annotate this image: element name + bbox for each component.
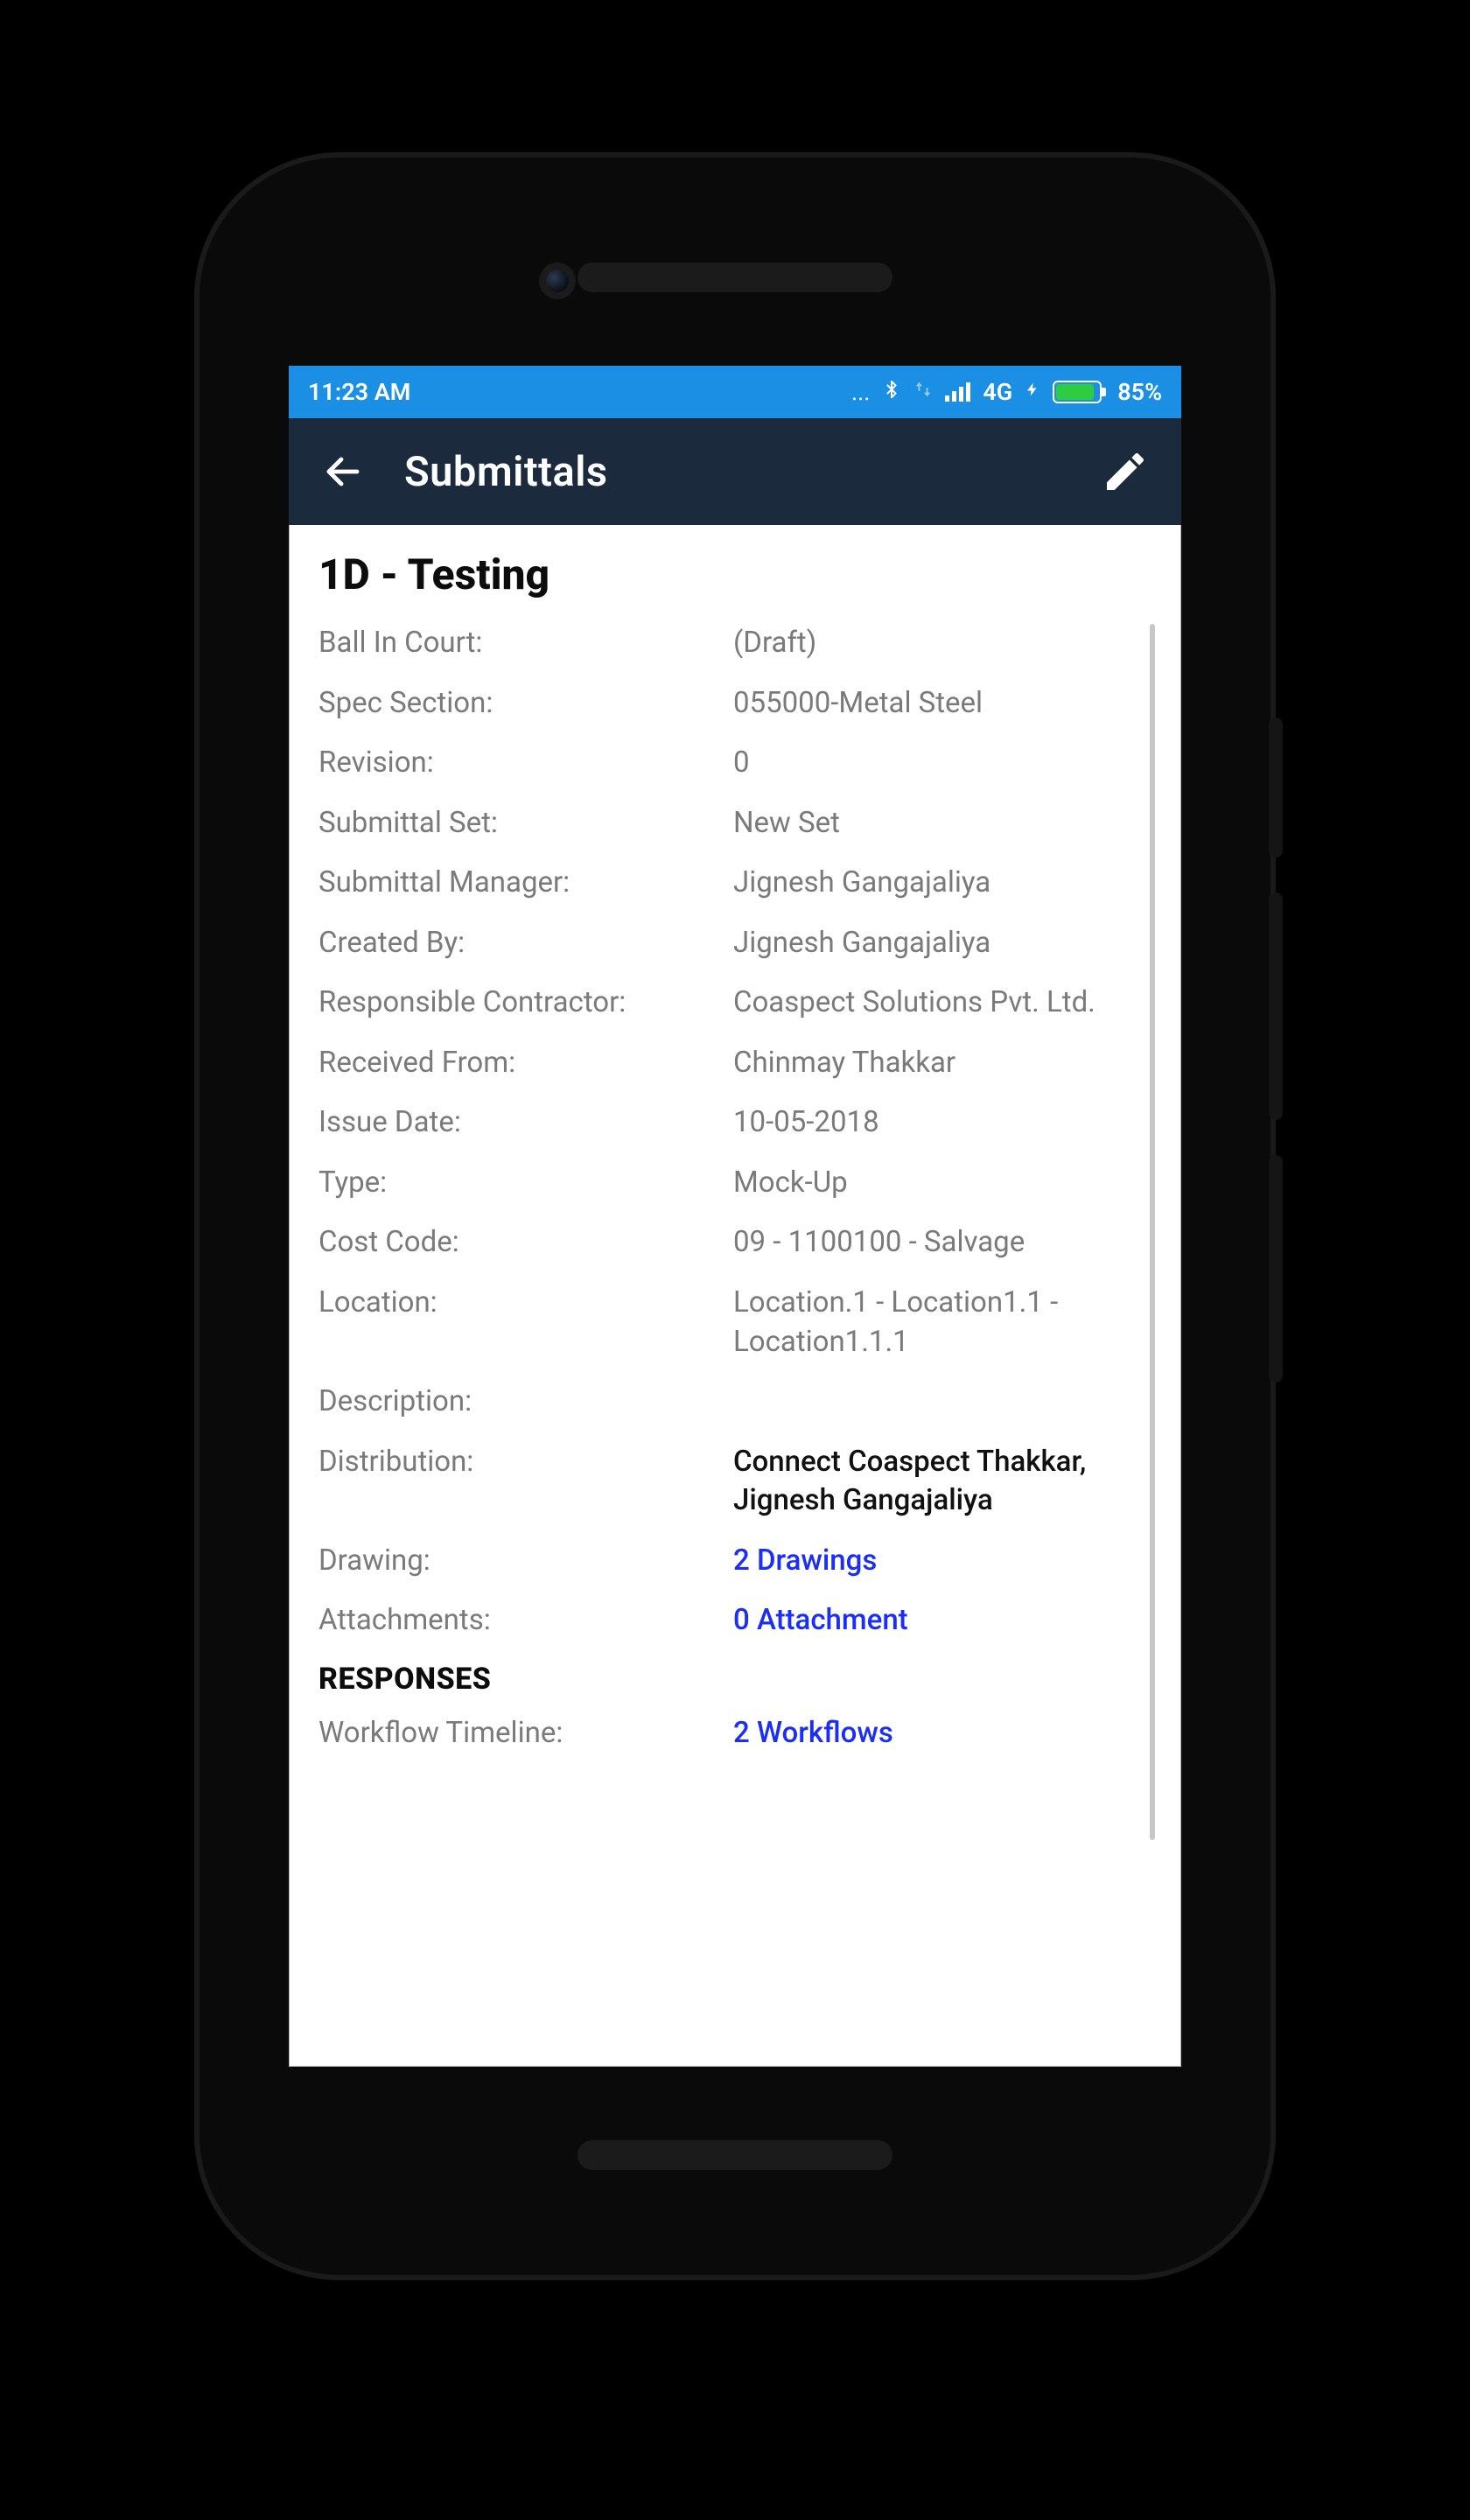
label-created-by: Created By: <box>318 924 733 963</box>
label-distribution: Distribution: <box>318 1443 733 1482</box>
row-revision: Revision: 0 <box>318 744 1152 783</box>
row-location: Location: Location.1 - Location1.1 - Loc… <box>318 1284 1152 1362</box>
label-drawing: Drawing: <box>318 1542 733 1581</box>
value-issue-date: 10-05-2018 <box>733 1103 1152 1143</box>
label-type: Type: <box>318 1164 733 1203</box>
value-ball-in-court: (Draft) <box>733 624 1152 663</box>
content-area: 1D - Testing Ball In Court: (Draft) Spec… <box>289 525 1181 1753</box>
row-received-from: Received From: Chinmay Thakkar <box>318 1044 1152 1083</box>
row-distribution: Distribution: Connect Coaspect Thakkar, … <box>318 1443 1152 1521</box>
row-type: Type: Mock-Up <box>318 1164 1152 1203</box>
value-type: Mock-Up <box>733 1164 1152 1203</box>
app-bar-title: Submittals <box>404 448 608 496</box>
row-responsible-contractor: Responsible Contractor: Coaspect Solutio… <box>318 984 1152 1023</box>
network-label: 4G <box>983 378 1012 406</box>
link-attachments[interactable]: 0 Attachment <box>733 1601 1152 1641</box>
label-submittal-set: Submittal Set: <box>318 804 733 844</box>
row-attachments: Attachments: 0 Attachment <box>318 1601 1152 1641</box>
bluetooth-icon <box>882 377 901 408</box>
value-cost-code: 09 - 1100100 - Salvage <box>733 1223 1152 1263</box>
scrollbar[interactable] <box>1150 624 1155 1840</box>
row-cost-code: Cost Code: 09 - 1100100 - Salvage <box>318 1223 1152 1263</box>
earpiece <box>578 262 892 292</box>
label-issue-date: Issue Date: <box>318 1103 733 1143</box>
status-dots-icon: ... <box>851 378 870 406</box>
value-spec-section: 055000-Metal Steel <box>733 684 1152 724</box>
label-cost-code: Cost Code: <box>318 1223 733 1263</box>
battery-icon <box>1053 381 1105 403</box>
label-attachments: Attachments: <box>318 1601 733 1641</box>
row-description: Description: <box>318 1382 1152 1422</box>
row-submittal-manager: Submittal Manager: Jignesh Gangajaliya <box>318 864 1152 903</box>
charging-icon <box>1025 378 1040 406</box>
screen: 11:23 AM ... 4G <box>289 366 1181 2067</box>
label-description: Description: <box>318 1382 733 1422</box>
label-revision: Revision: <box>318 744 733 783</box>
row-workflow-timeline: Workflow Timeline: 2 Workflows <box>318 1714 1152 1754</box>
label-workflow-timeline: Workflow Timeline: <box>318 1714 733 1754</box>
value-received-from: Chinmay Thakkar <box>733 1044 1152 1083</box>
bottom-speaker <box>578 2140 892 2170</box>
phone-frame: 11:23 AM ... 4G <box>200 158 1270 2275</box>
value-responsible-contractor: Coaspect Solutions Pvt. Ltd. <box>733 984 1152 1023</box>
status-time: 11:23 AM <box>308 378 410 406</box>
label-responsible-contractor: Responsible Contractor: <box>318 984 733 1023</box>
value-revision: 0 <box>733 744 1152 783</box>
row-ball-in-court: Ball In Court: (Draft) <box>318 624 1152 663</box>
link-workflows[interactable]: 2 Workflows <box>733 1714 1152 1754</box>
side-button <box>1269 718 1283 858</box>
label-submittal-manager: Submittal Manager: <box>318 864 733 903</box>
side-button <box>1269 1155 1283 1382</box>
data-arrows-icon <box>914 378 933 407</box>
side-button <box>1269 892 1283 1120</box>
value-distribution: Connect Coaspect Thakkar, Jignesh Gangaj… <box>733 1443 1152 1521</box>
row-submittal-set: Submittal Set: New Set <box>318 804 1152 844</box>
value-location: Location.1 - Location1.1 - Location1.1.1 <box>733 1284 1152 1362</box>
status-bar: 11:23 AM ... 4G <box>289 366 1181 418</box>
app-bar: Submittals <box>289 418 1181 525</box>
row-issue-date: Issue Date: 10-05-2018 <box>318 1103 1152 1143</box>
value-created-by: Jignesh Gangajaliya <box>733 924 1152 963</box>
row-created-by: Created By: Jignesh Gangajaliya <box>318 924 1152 963</box>
battery-percent: 85% <box>1117 378 1162 406</box>
label-location: Location: <box>318 1284 733 1323</box>
value-submittal-manager: Jignesh Gangajaliya <box>733 864 1152 903</box>
signal-icon <box>945 382 970 402</box>
page-title: 1D - Testing <box>318 550 1152 599</box>
label-spec-section: Spec Section: <box>318 684 733 724</box>
front-camera <box>539 262 576 299</box>
label-ball-in-court: Ball In Court: <box>318 624 733 663</box>
label-received-from: Received From: <box>318 1044 733 1083</box>
row-drawing: Drawing: 2 Drawings <box>318 1542 1152 1581</box>
value-submittal-set: New Set <box>733 804 1152 844</box>
back-button[interactable] <box>320 449 366 494</box>
link-drawings[interactable]: 2 Drawings <box>733 1542 1152 1581</box>
row-spec-section: Spec Section: 055000-Metal Steel <box>318 684 1152 724</box>
responses-header: RESPONSES <box>318 1662 1152 1697</box>
edit-button[interactable] <box>1101 447 1150 496</box>
